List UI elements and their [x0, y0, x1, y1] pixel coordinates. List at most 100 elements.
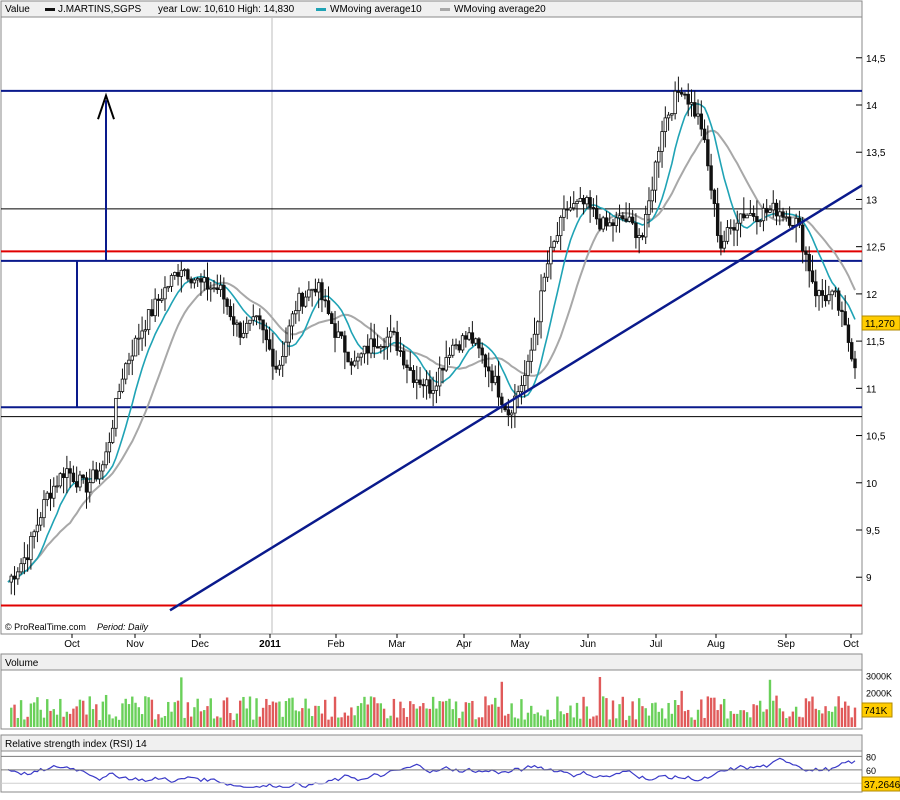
volume-bar [811, 696, 814, 727]
candle-body [202, 277, 206, 283]
volume-bar [827, 711, 831, 727]
candle-body [225, 298, 229, 307]
candle-body [778, 211, 782, 217]
candle-body [176, 272, 180, 277]
y-tick-label: 9,5 [866, 526, 880, 537]
volume-bar [566, 712, 569, 727]
volume-bar [696, 709, 700, 727]
candle-body [666, 114, 671, 119]
candle-body [594, 207, 599, 220]
candle-body [823, 295, 828, 302]
candle-body [647, 200, 651, 215]
candle-body [323, 299, 327, 302]
volume-bar [497, 706, 500, 727]
y-tick-label: 12,5 [866, 243, 886, 254]
candle-body [372, 338, 376, 348]
volume-bar [772, 700, 775, 727]
candle-body [699, 113, 703, 130]
candle-body [771, 202, 775, 211]
volume-bar [72, 708, 75, 727]
candle-body [212, 287, 216, 290]
volume-header [0, 653, 863, 671]
volume-bar [219, 717, 222, 727]
candle-body [673, 90, 677, 115]
candle-body [91, 469, 95, 484]
volume-bar [657, 711, 660, 727]
candle-body [303, 296, 308, 307]
volume-bar [307, 708, 311, 727]
volume-bar [543, 716, 546, 727]
y-tick-label: 10 [866, 479, 878, 490]
volume-bar [808, 701, 811, 727]
volume-bar [624, 720, 628, 727]
candle-body [107, 442, 112, 453]
candle-body [97, 470, 102, 480]
volume-bar [536, 712, 539, 727]
volume-bar [726, 718, 729, 727]
candle-body [477, 338, 481, 349]
rsi-tick-label: 60 [866, 766, 876, 776]
candle-body [451, 344, 455, 356]
candle-body [418, 379, 422, 385]
candle-body [235, 322, 239, 325]
candle-body [434, 385, 439, 391]
volume-bar [36, 697, 39, 727]
volume-bar [91, 709, 95, 727]
volume-bar [389, 715, 392, 727]
candle-body [186, 269, 190, 280]
candle-body [827, 294, 831, 302]
candle-body [146, 309, 151, 331]
candle-body [722, 240, 726, 249]
candle-body [267, 339, 272, 350]
x-tick-label: Aug [707, 639, 725, 650]
candle-body [339, 331, 344, 337]
volume-bar [736, 713, 739, 727]
volume-bar [304, 698, 307, 727]
candle-body [150, 309, 154, 317]
volume-bar [651, 703, 654, 727]
candle-body [287, 325, 291, 343]
volume-bar [722, 698, 726, 727]
y-tick-label: 14 [866, 101, 878, 112]
volume-bar [631, 701, 634, 727]
volume-bar [42, 717, 46, 727]
volume-bar [749, 717, 752, 727]
candle-body [290, 313, 295, 327]
volume-bar [654, 702, 657, 727]
candle-body [215, 287, 219, 291]
candle-body [585, 197, 589, 205]
candle-body [483, 354, 488, 368]
candle-body [768, 209, 772, 213]
candle-body [493, 375, 497, 384]
rsi-last-text: 37,2646 [864, 780, 900, 791]
candle-body [519, 385, 524, 393]
volume-bar [510, 703, 513, 727]
volume-bar [95, 704, 98, 727]
volume-bar [618, 704, 621, 727]
candle-body [640, 235, 645, 238]
volume-bar [513, 717, 517, 727]
volume-bar [160, 717, 163, 727]
volume-bar [284, 701, 288, 727]
candle-body [22, 557, 27, 565]
volume-bar [830, 711, 834, 727]
candle-body [608, 222, 612, 227]
candle-body [408, 367, 412, 371]
volume-bar [49, 710, 52, 727]
candle-body [447, 354, 452, 358]
volume-bar [140, 714, 144, 727]
x-tick-label: Dec [191, 639, 209, 650]
volume-bar [637, 698, 641, 727]
volume-bar [170, 711, 173, 727]
ma10-swatch-icon [316, 8, 326, 11]
candle-body [71, 472, 76, 483]
volume-bar [601, 696, 605, 727]
candle-body [523, 375, 527, 386]
candle-body [140, 330, 144, 339]
x-tick-label: Oct [64, 639, 80, 650]
volume-bar [713, 697, 716, 727]
volume-bar [680, 690, 683, 727]
candle-body [657, 151, 661, 163]
volume-bar [278, 701, 281, 727]
y-tick-label: 13 [866, 195, 878, 206]
